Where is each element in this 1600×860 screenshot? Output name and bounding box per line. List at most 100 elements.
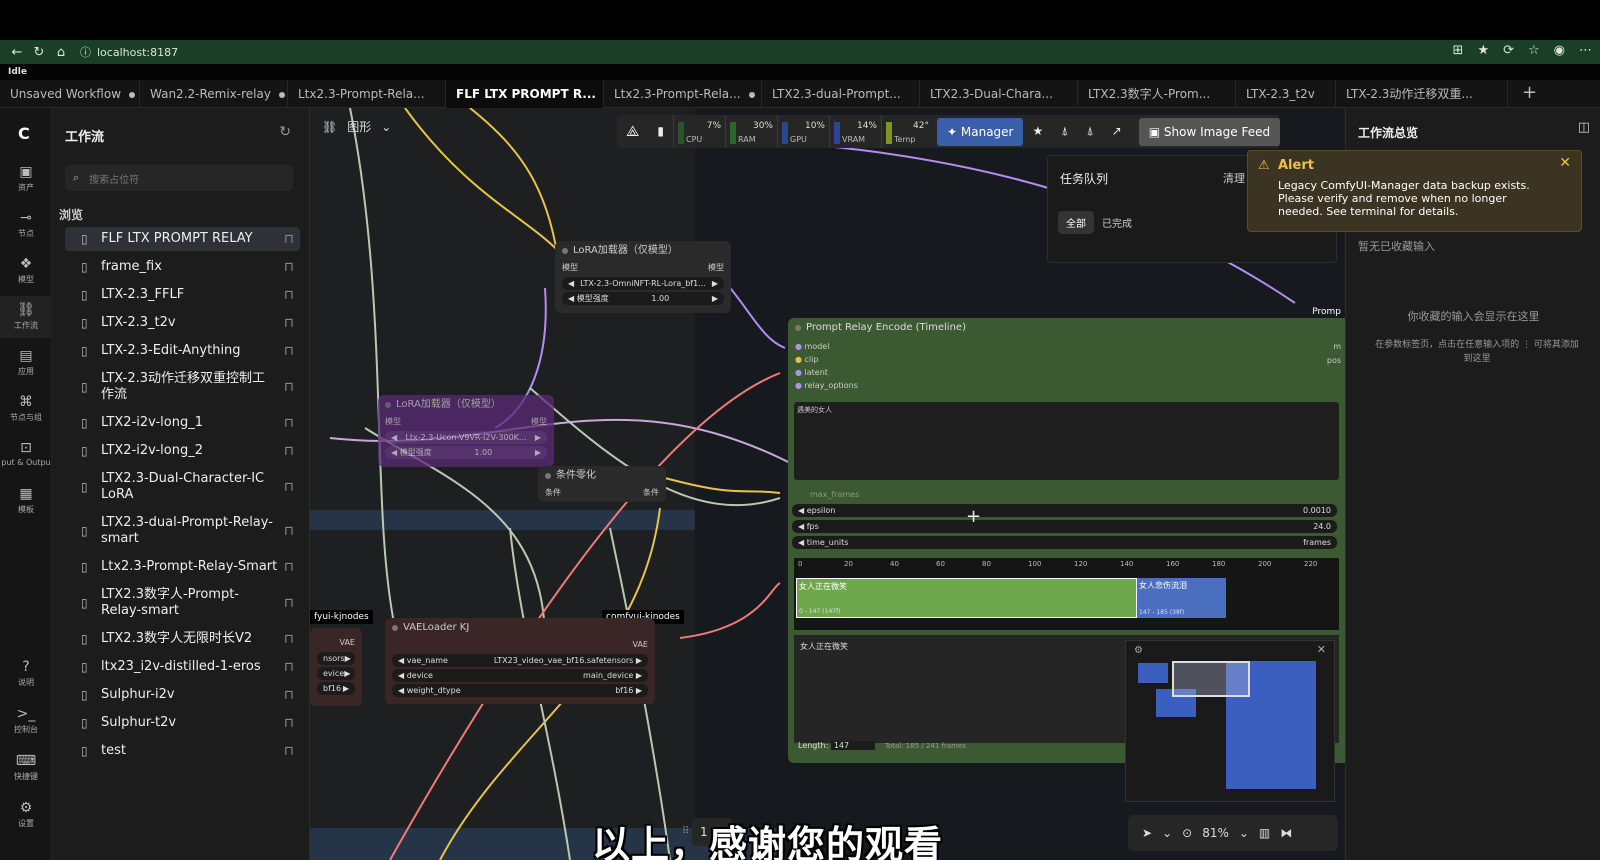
rail-node-group[interactable]: ⌘ 节点与组 [0,388,52,430]
bookmark-icon[interactable]: ⊓ [278,380,294,395]
tab-2[interactable]: Ltx2.3-Prompt-Rela... [288,80,446,108]
tab-8[interactable]: LTX-2.3_t2v [1236,80,1336,108]
tab-7[interactable]: LTX2.3数字人-Prom... [1078,80,1236,108]
workflow-item[interactable]: ▯ LTX2.3数字人无限时长V2 ⊓ [65,627,300,651]
chevron-down-icon[interactable]: ⌄ [1162,826,1172,840]
tab-0[interactable]: Unsaved Workflow [0,80,140,108]
bookmark-icon[interactable]: ⊓ [278,632,294,647]
comfy-logo-icon[interactable]: C [18,124,30,143]
minimap-close-icon[interactable]: ✕ [1317,643,1326,656]
rail-console[interactable]: >_ 控制台 [0,700,52,743]
workflow-item[interactable]: ▯ Sulphur-t2v ⊓ [65,711,300,735]
workflow-item[interactable]: ▯ test ⊓ [65,739,300,763]
workflow-item[interactable]: ▯ LTX2.3-Dual-Character-IC LoRA ⊓ [65,467,300,507]
tool-a-icon[interactable]: ⍋ [1052,115,1077,148]
partial-widget-1[interactable]: nsors ▶ [317,652,355,665]
partial-widget-3[interactable]: bf16 ▶ [317,682,355,695]
bookmark-icon[interactable]: ⊓ [278,596,294,611]
tab-3[interactable]: FLF LTX PROMPT R... [446,80,604,108]
lora-name-widget[interactable]: ◀ LTX-2.3-OmniNFT-RL-Lora_bf1... ▶ [562,277,724,290]
back-icon[interactable]: ← [6,45,28,60]
workflow-item[interactable]: ▯ LTX2-i2v-long_2 ⊓ [65,439,300,463]
dtype-widget[interactable]: ◀ weight_dtype bf16 ▶ [392,684,648,697]
workflow-item[interactable]: ▯ ltx23_i2v-distilled-1-eros ⊓ [65,655,300,679]
input-relay_options[interactable]: ● relay_options [788,379,1345,392]
workflow-item[interactable]: ▯ Sulphur-i2v ⊓ [65,683,300,707]
minimap[interactable]: ⚙ ✕ [1125,640,1335,802]
bookmark-icon[interactable]: ⊓ [278,560,294,575]
workflow-item[interactable]: ▯ LTX-2.3_t2v ⊓ [65,311,300,335]
bookmark-icon[interactable]: ⊓ [278,444,294,459]
rail-keyboard[interactable]: ⌨ 快捷键 [0,747,52,790]
bookmark-icon[interactable]: ⊓ [278,416,294,431]
minimap-settings-icon[interactable]: ⚙ [1134,645,1143,656]
minimap-toggle-icon[interactable]: ▥ [1259,826,1270,840]
rail-io[interactable]: ⊡ put & Outpu [0,434,52,476]
rail-node[interactable]: ⊸ 节点 [0,204,52,246]
vae-loader-node[interactable]: VAELoader KJ VAE ◀ vae_name LTX23_video_v… [385,618,655,704]
lora-loader-node[interactable]: LoRA加载器（仅模型） 模型 模型 ◀ LTX-2.3-OmniNFT-RL-Lo… [555,241,731,313]
profile-icon[interactable]: ◉ [1554,43,1565,58]
workflow-item[interactable]: ▯ LTX2.3数字人-Prompt-Relay-smart ⊓ [65,583,300,623]
reload-icon[interactable]: ↻ [28,45,50,60]
lora-loader-bypassed-node[interactable]: LoRA加载器（仅模型） 模型 模型 ◀ Ltx-2.3-Ucon-V9VR-I2V… [378,395,554,467]
rail-help[interactable]: ? 说明 [0,653,52,696]
rail-app[interactable]: ▤ 应用 [0,342,52,384]
share-icon[interactable]: ↗ [1103,115,1131,148]
links-toggle-icon[interactable]: ⧓ [1280,826,1292,840]
queue-tab-done[interactable]: 已完成 [1102,215,1132,230]
bookmark-icon[interactable]: ⊓ [278,688,294,703]
minimap-viewport[interactable] [1172,661,1250,697]
partial-widget-2[interactable]: evice ▶ [317,667,355,680]
zoom-level[interactable]: 81% [1202,826,1229,840]
workflow-item[interactable]: ▯ FLF LTX PROMPT RELAY ⊓ [65,227,300,251]
more-icon[interactable]: ⋯ [1579,43,1592,58]
workflow-item[interactable]: ▯ LTX-2.3-Edit-Anything ⊓ [65,339,300,363]
epsilon-widget[interactable]: ◀ epsilon 0.0010 [792,504,1337,517]
vae-partial-node[interactable]: VAE nsors ▶ evice ▶ bf16 ▶ [310,628,362,706]
bookmark-icon[interactable]: ⊓ [278,344,294,359]
lora-name-widget[interactable]: ◀ Ltx-2.3-Ucon-V9VR-I2V-300K... ▶ [385,431,547,444]
star-tool-icon[interactable]: ★ [1023,115,1052,148]
workflow-item[interactable]: ▯ LTX-2.3动作迁移双重控制工作流 ⊓ [65,367,300,407]
fit-view-icon[interactable]: ⊙ [1182,826,1192,840]
show-image-feed-button[interactable]: ▣ Show Image Feed [1138,117,1281,146]
refresh-icon[interactable]: ↻ [279,124,291,140]
device-widget[interactable]: ◀ device main_device ▶ [392,669,648,682]
queue-clear-button[interactable]: 清理 [1223,170,1245,186]
favorites-icon[interactable]: ☆ [1528,43,1540,58]
rail-workflow[interactable]: ⛓ 工作流 [0,296,52,338]
manager-button[interactable]: ✦ Manager [937,117,1024,146]
chevron-down-icon[interactable]: ⌄ [1239,826,1249,840]
alert-close-icon[interactable]: ✕ [1559,155,1571,171]
address-bar[interactable]: ⓘ localhost:8187 [80,44,178,60]
strength-widget[interactable]: ◀ 模型强度 1.00 ▶ [385,446,547,459]
length-input[interactable]: 147 [830,741,875,750]
tab-9[interactable]: LTX-2.3动作迁移双重... [1336,80,1508,108]
star-icon[interactable]: ★ [1477,43,1489,58]
fps-widget[interactable]: ◀ fps 24.0 [792,520,1337,533]
select-tool-icon[interactable]: ➤ [1142,826,1152,840]
home-icon[interactable]: ⌂ [50,45,72,60]
input-latent[interactable]: ● latent [788,366,1345,379]
bookmark-icon[interactable]: ⊓ [278,288,294,303]
tab-4[interactable]: Ltx2.3-Prompt-Rela... [604,80,762,108]
tool-b-icon[interactable]: ⍋ [1077,115,1102,148]
bookmark-icon[interactable]: ⊓ [278,660,294,675]
strength-widget[interactable]: ◀ 模型强度 1.00 ▶ [562,292,724,305]
comfy-tool-icon[interactable]: ⟁ [617,115,648,148]
rail-settings[interactable]: ⚙ 设置 [0,794,52,837]
input-clip[interactable]: ● clip [788,353,1345,366]
conditioning-zero-node[interactable]: 条件零化 条件 条件 [538,466,666,502]
collapse-panel-icon[interactable]: ◫ [1578,120,1590,135]
bookmark-icon[interactable]: ⊓ [278,744,294,759]
rail-image[interactable]: ▣ 资产 [0,158,52,200]
workflow-item[interactable]: ▯ LTX2-i2v-long_1 ⊓ [65,411,300,435]
rail-template[interactable]: ▦ 模板 [0,480,52,522]
workflow-item[interactable]: ▯ frame_fix ⊓ [65,255,300,279]
bookmark-icon[interactable]: ⊓ [278,260,294,275]
queue-tab-all[interactable]: 全部 [1058,211,1094,234]
new-tab-icon[interactable]: + [1508,80,1551,107]
graph-toggle[interactable]: ⛓ 图形 ⌄ [322,118,391,135]
vae-name-widget[interactable]: ◀ vae_name LTX23_video_vae_bf16.safetenso… [392,654,648,667]
